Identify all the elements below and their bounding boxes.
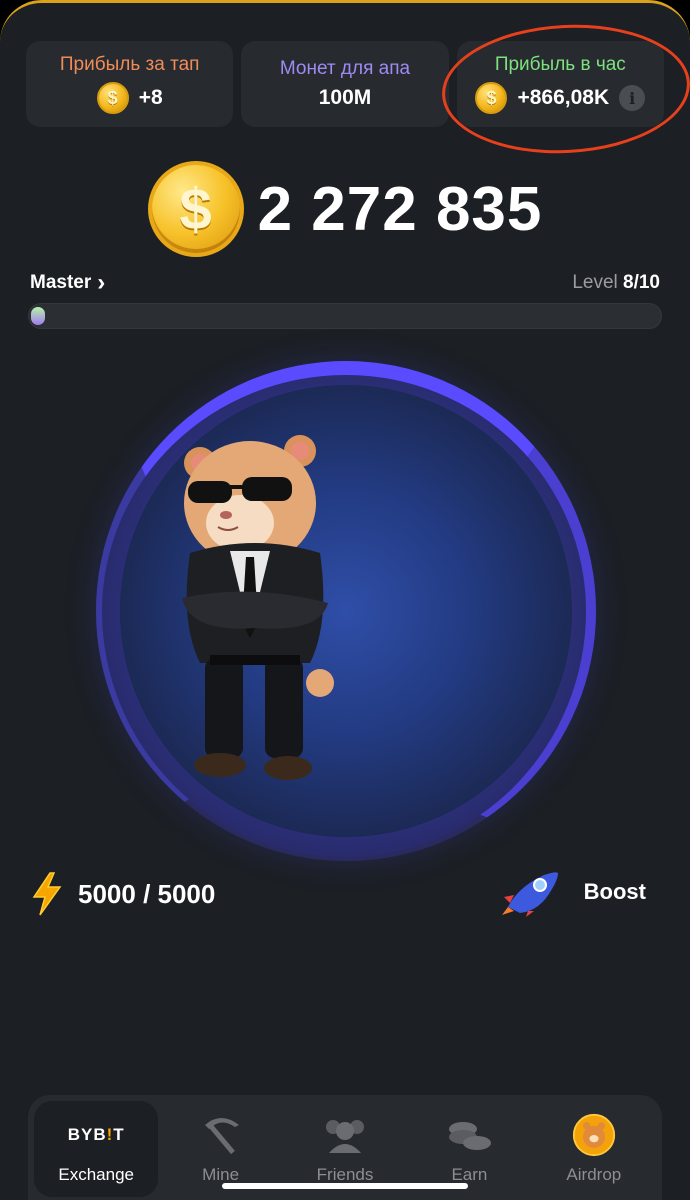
- level-progress-fill: [31, 307, 45, 325]
- level-indicator: Level 8/10: [572, 272, 660, 293]
- coin-icon: $: [475, 82, 508, 114]
- nav-label: Exchange: [58, 1165, 135, 1184]
- coin-icon: $: [96, 82, 129, 114]
- balance-value: 2 272 835: [257, 174, 543, 244]
- home-indicator: [222, 1183, 468, 1189]
- nav-label: Earn: [451, 1165, 488, 1184]
- coin-icon: $: [147, 161, 244, 257]
- nav-item-exchange[interactable]: BYB! T Exchange: [34, 1101, 159, 1197]
- stats-bar: Прибыль за тап $ +8 Монет для апа 100M П…: [26, 41, 664, 127]
- profit-per-hour-value: +866,08K: [517, 86, 610, 109]
- coins-to-level-up-value: 100M: [318, 86, 372, 109]
- nav-item-airdrop[interactable]: Airdrop: [532, 1101, 656, 1197]
- info-icon[interactable]: i: [619, 85, 646, 111]
- profit-per-hour-card[interactable]: Прибыль в час $ +866,08K i: [456, 41, 664, 127]
- nav-label: Airdrop: [566, 1165, 622, 1184]
- coins-to-level-up-card[interactable]: Монет для апа 100M: [241, 41, 449, 127]
- coins-to-level-up-label: Монет для апа: [279, 58, 411, 79]
- profit-per-tap-value: +8: [138, 86, 163, 109]
- nav-label: Mine: [202, 1165, 240, 1184]
- nav-label: Friends: [316, 1165, 374, 1184]
- profit-per-hour-label: Прибыль в час: [494, 54, 626, 75]
- level-progress-bar: [28, 303, 662, 329]
- energy-indicator: 5000 / 5000: [30, 871, 215, 917]
- profit-per-tap-card[interactable]: Прибыль за тап $ +8: [26, 41, 234, 127]
- boost-label: Boost: [583, 879, 646, 904]
- hamster-coin-icon: [572, 1113, 615, 1157]
- profit-per-tap-label: Прибыль за тап: [59, 54, 200, 75]
- pickaxe-icon: [204, 1118, 239, 1155]
- boost-button[interactable]: Boost: [500, 867, 646, 917]
- app-screen: Прибыль за тап $ +8 Монет для апа 100M П…: [0, 0, 690, 1200]
- level-name-link[interactable]: Master ›: [30, 271, 105, 295]
- level-row: Master › Level 8/10: [30, 271, 660, 295]
- lightning-icon: [32, 872, 62, 916]
- friends-icon: [326, 1120, 365, 1153]
- balance-display: $ 2 272 835: [0, 161, 690, 257]
- bybit-logo: BYB! T: [67, 1125, 125, 1144]
- level-name: Master: [30, 272, 92, 293]
- level-value: 8/10: [623, 272, 660, 293]
- coins-icon: [449, 1122, 492, 1150]
- rocket-icon: [501, 872, 558, 917]
- energy-value: 5000 / 5000: [78, 878, 216, 909]
- chevron-right-icon: ›: [97, 269, 106, 296]
- hamster-character[interactable]: [170, 433, 340, 793]
